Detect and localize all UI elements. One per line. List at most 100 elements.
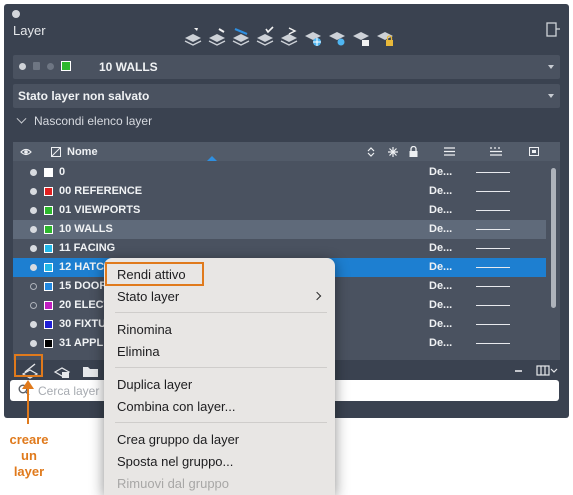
visibility-toggle-icon[interactable]: [30, 321, 37, 328]
layer-color-swatch[interactable]: [44, 320, 53, 329]
layer-color-swatch[interactable]: [44, 339, 53, 348]
menu-item-combina-con-layer[interactable]: Combina con layer...: [117, 399, 236, 414]
updown-icon[interactable]: [367, 142, 375, 161]
chevron-right-icon: [312, 291, 322, 301]
minus-icon[interactable]: [510, 363, 528, 379]
visibility-toggle-icon[interactable]: [30, 207, 37, 214]
layer-color-swatch[interactable]: [44, 263, 53, 272]
annotation-text: creare un layer: [4, 432, 54, 480]
menu-item-stato-layer[interactable]: Stato layer: [117, 289, 179, 304]
linetype-sample[interactable]: [476, 305, 510, 306]
columns-menu-icon[interactable]: [536, 363, 558, 379]
layer-color-swatch[interactable]: [44, 206, 53, 215]
visibility-toggle-icon[interactable]: [30, 302, 37, 309]
visibility-toggle-icon[interactable]: [30, 226, 37, 233]
layer-description: De...: [429, 185, 453, 197]
name-column-label: Nome: [67, 145, 98, 158]
pin-panel-icon[interactable]: [546, 22, 560, 38]
layer-name: 01 VIEWPORTS: [59, 204, 141, 216]
layer-state-dropdown[interactable]: Stato layer non salvato: [13, 84, 560, 108]
layer-description: De...: [429, 261, 453, 273]
layer-description: De...: [429, 280, 453, 292]
lock-column-icon[interactable]: [409, 142, 418, 161]
linetype-sample[interactable]: [476, 267, 510, 268]
description-column-icon[interactable]: [444, 142, 455, 161]
rendi-attivo-highlight: [105, 262, 204, 286]
linetype-sample[interactable]: [476, 229, 510, 230]
visibility-toggle-icon[interactable]: [30, 283, 37, 290]
linetype-sample[interactable]: [476, 248, 510, 249]
hide-layer-list-toggle[interactable]: Nascondi elenco layer: [16, 113, 153, 128]
menu-item-duplica-layer[interactable]: Duplica layer: [117, 377, 192, 392]
current-layer-name: 10 WALLS: [99, 60, 158, 74]
layer-row[interactable]: 01 VIEWPORTS De...: [13, 201, 546, 220]
linetype-sample[interactable]: [476, 191, 510, 192]
panel-title: Layer: [13, 23, 46, 38]
linetype-sample[interactable]: [476, 343, 510, 344]
folder-icon[interactable]: [82, 363, 100, 379]
chevron-down-icon: [548, 65, 554, 69]
toggle-label: Nascondi elenco layer: [34, 114, 153, 128]
freeze-column-icon[interactable]: [388, 142, 398, 161]
linetype-column-icon[interactable]: [490, 142, 502, 161]
layer-toolbar: [182, 26, 396, 48]
menu-item-sposta-nel-gruppo[interactable]: Sposta nel gruppo...: [117, 454, 233, 469]
layer-name: 11 FACING: [59, 242, 116, 254]
menu-separator: [115, 312, 327, 313]
layer-description: De...: [429, 166, 453, 178]
layer-row[interactable]: 00 REFERENCE De...: [13, 182, 546, 201]
new-layer-group-icon[interactable]: [53, 363, 71, 379]
window-dot[interactable]: [12, 10, 20, 18]
layer-color-swatch[interactable]: [44, 187, 53, 196]
layer-description: De...: [429, 223, 453, 235]
layer-row[interactable]: 0 De...: [13, 163, 546, 182]
linetype-sample[interactable]: [476, 210, 510, 211]
layer-description: De...: [429, 299, 453, 311]
visibility-toggle-icon[interactable]: [30, 264, 37, 271]
visibility-toggle-icon[interactable]: [30, 169, 37, 176]
layer-walk-icon[interactable]: [278, 26, 300, 48]
annotation-arrow: [27, 384, 29, 424]
linetype-sample[interactable]: [476, 172, 510, 173]
layer-row[interactable]: 11 FACING De...: [13, 239, 546, 258]
menu-separator: [115, 367, 327, 368]
set-current-icon[interactable]: [254, 26, 276, 48]
new-layer-icon[interactable]: [182, 26, 204, 48]
menu-item-rinomina[interactable]: Rinomina: [117, 322, 172, 337]
layer-color-swatch: [61, 61, 71, 71]
menu-item-crea-gruppo[interactable]: Crea gruppo da layer: [117, 432, 239, 447]
new-layer-vp-icon[interactable]: [206, 26, 228, 48]
layer-name: 00 REFERENCE: [59, 185, 143, 197]
freeze-icon: [47, 62, 54, 70]
eye-icon: [20, 148, 32, 155]
annotation-line: creare: [9, 432, 49, 447]
plot-column-icon[interactable]: [529, 142, 539, 161]
layer-color-swatch[interactable]: [44, 282, 53, 291]
visibility-toggle-icon[interactable]: [30, 188, 37, 195]
layer-description: De...: [429, 337, 453, 349]
menu-item-elimina[interactable]: Elimina: [117, 344, 160, 359]
scrollbar-thumb[interactable]: [551, 168, 556, 308]
layer-state-label: Stato layer non salvato: [18, 89, 150, 103]
unisolate-icon[interactable]: [350, 26, 372, 48]
visibility-column-header[interactable]: [20, 142, 36, 161]
current-layer-dropdown[interactable]: 10 WALLS: [13, 55, 560, 79]
layer-name: 10 WALLS: [59, 223, 113, 235]
color-column-icon: [51, 146, 61, 157]
visibility-toggle-icon[interactable]: [30, 340, 37, 347]
annotation-line: un: [21, 448, 37, 463]
lock-layer-icon[interactable]: [374, 26, 396, 48]
layer-color-swatch[interactable]: [44, 225, 53, 234]
isolate-icon[interactable]: [326, 26, 348, 48]
freeze-vp-icon[interactable]: [302, 26, 324, 48]
layer-color-swatch[interactable]: [44, 168, 53, 177]
layer-row[interactable]: 10 WALLS De...: [13, 220, 546, 239]
layer-color-swatch[interactable]: [44, 301, 53, 310]
delete-layer-icon[interactable]: [230, 26, 252, 48]
visibility-toggle-icon[interactable]: [30, 245, 37, 252]
linetype-sample[interactable]: [476, 286, 510, 287]
linetype-sample[interactable]: [476, 324, 510, 325]
layer-color-swatch[interactable]: [44, 244, 53, 253]
name-column-header[interactable]: Nome: [51, 142, 251, 161]
menu-separator: [115, 422, 327, 423]
